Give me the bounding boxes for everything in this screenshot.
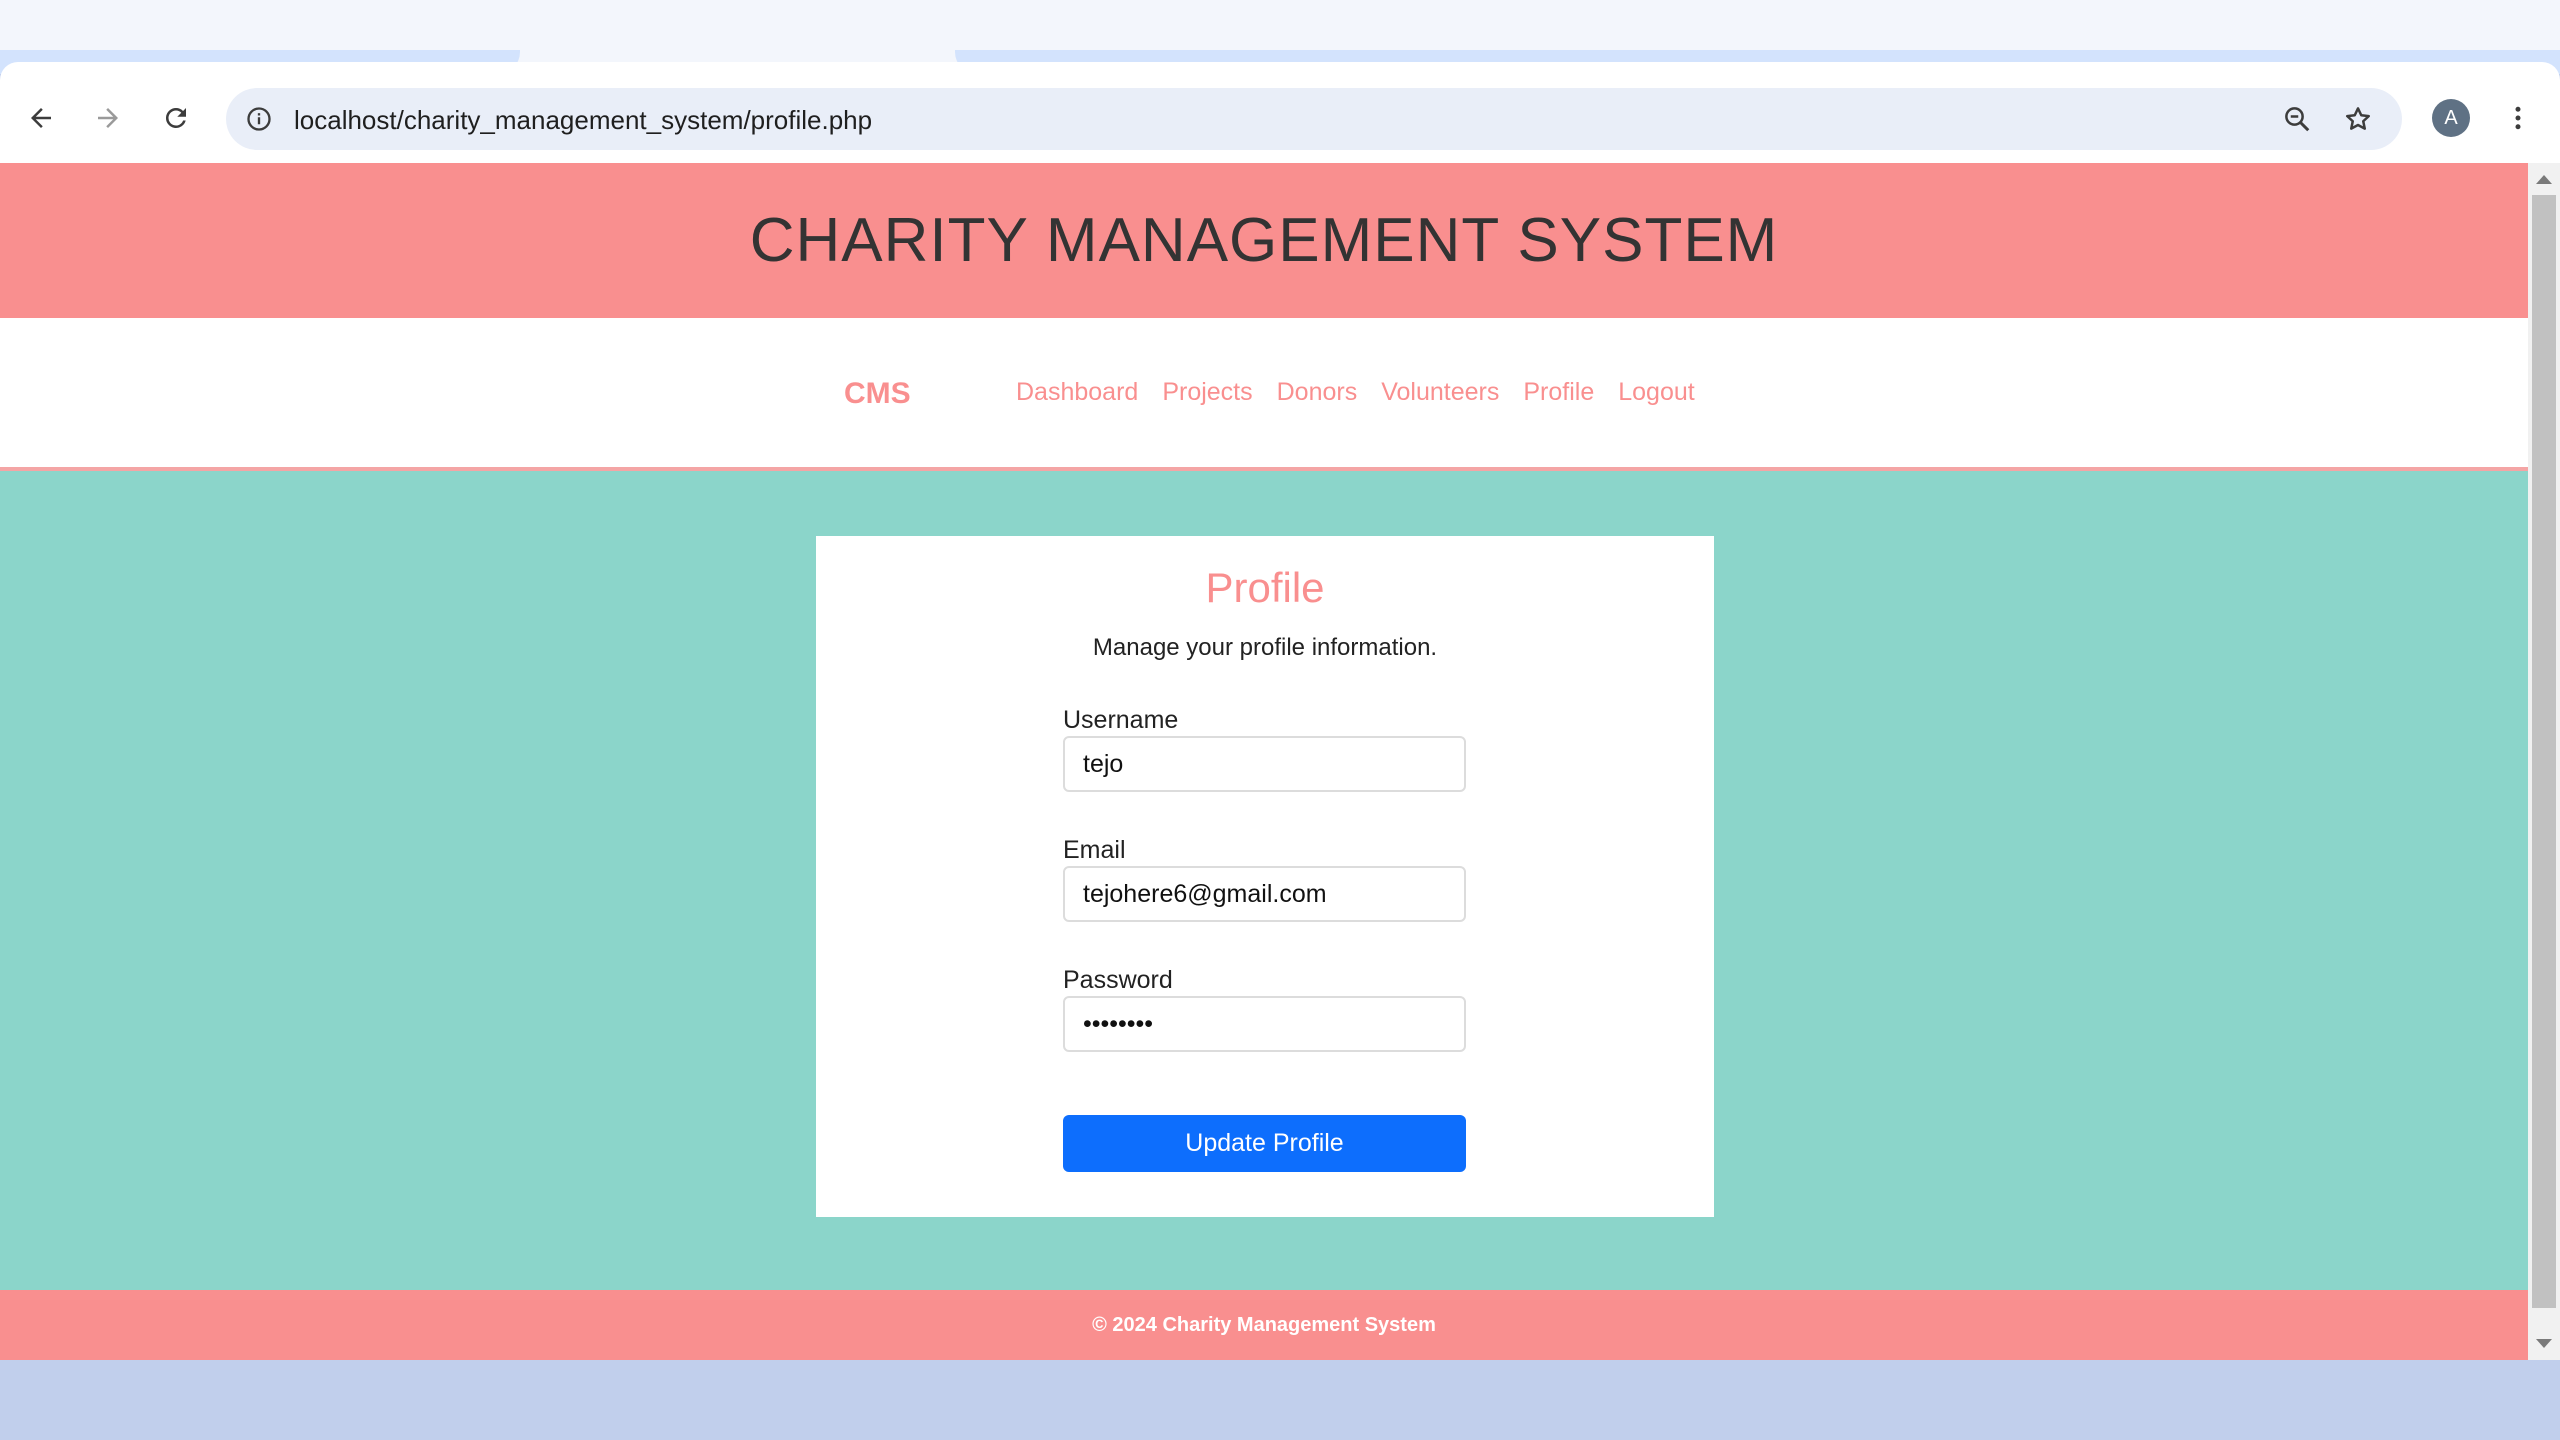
profile-subtitle: Manage your profile information.: [1092, 634, 1438, 661]
nav-projects[interactable]: Projects: [1162, 378, 1252, 407]
nav-links: Dashboard Projects Donors Volunteers Pro…: [1016, 378, 1695, 407]
arrow-right-icon: [98, 108, 118, 128]
username-input[interactable]: [1063, 736, 1466, 792]
address-bar[interactable]: localhost/charity_management_system/prof…: [226, 88, 2402, 150]
zoom-icon[interactable]: [2276, 98, 2318, 140]
site-footer: © 2024 Charity Management System: [0, 1290, 2528, 1360]
tab-strip: [0, 0, 2560, 74]
email-input[interactable]: [1063, 866, 1466, 922]
page-viewport: CHARITY MANAGEMENT SYSTEM CMS Dashboard …: [0, 163, 2528, 1360]
reload-icon: [166, 108, 186, 128]
scroll-thumb[interactable]: [2532, 195, 2556, 1308]
back-button[interactable]: [15, 92, 67, 144]
profile-card: Profile Manage your profile information.…: [816, 536, 1714, 1217]
email-label: Email: [1063, 836, 1126, 864]
nav-volunteers[interactable]: Volunteers: [1381, 378, 1499, 407]
nav-profile[interactable]: Profile: [1523, 378, 1594, 407]
password-input[interactable]: [1063, 996, 1466, 1052]
forward-button[interactable]: [82, 92, 134, 144]
bookmark-button[interactable]: [2337, 98, 2379, 140]
brand-link[interactable]: CMS: [844, 377, 911, 411]
update-profile-button[interactable]: Update Profile: [1063, 1115, 1466, 1172]
nav-dashboard[interactable]: Dashboard: [1016, 378, 1138, 407]
footer-copyright: © 2024 Charity Management System: [1092, 1313, 1436, 1336]
site-info-icon[interactable]: [239, 99, 279, 139]
zoom-out-icon: [2285, 107, 2310, 132]
nav-donors[interactable]: Donors: [1277, 378, 1358, 407]
url-text[interactable]: localhost/charity_management_system/prof…: [294, 105, 872, 136]
star-icon: [2346, 107, 2370, 130]
site-title: CHARITY MANAGEMENT SYSTEM: [749, 206, 1779, 275]
profile-title: Profile: [1205, 564, 1325, 611]
profile-avatar[interactable]: A: [2432, 99, 2470, 137]
password-label: Password: [1063, 966, 1173, 994]
info-circle-icon: [247, 107, 271, 131]
vertical-scrollbar[interactable]: [2528, 163, 2560, 1360]
scroll-up-icon[interactable]: [2536, 175, 2552, 184]
site-header: CHARITY MANAGEMENT SYSTEM: [0, 163, 2528, 318]
scroll-down-icon[interactable]: [2536, 1339, 2552, 1348]
nav-logout[interactable]: Logout: [1618, 378, 1694, 407]
more-vert-icon: [2515, 106, 2521, 130]
browser-menu-button[interactable]: [2498, 96, 2538, 140]
reload-button[interactable]: [150, 92, 202, 144]
arrow-left-icon: [31, 108, 51, 128]
browser-window: localhost/charity_management_system/prof…: [0, 0, 2560, 1440]
username-label: Username: [1063, 706, 1179, 734]
